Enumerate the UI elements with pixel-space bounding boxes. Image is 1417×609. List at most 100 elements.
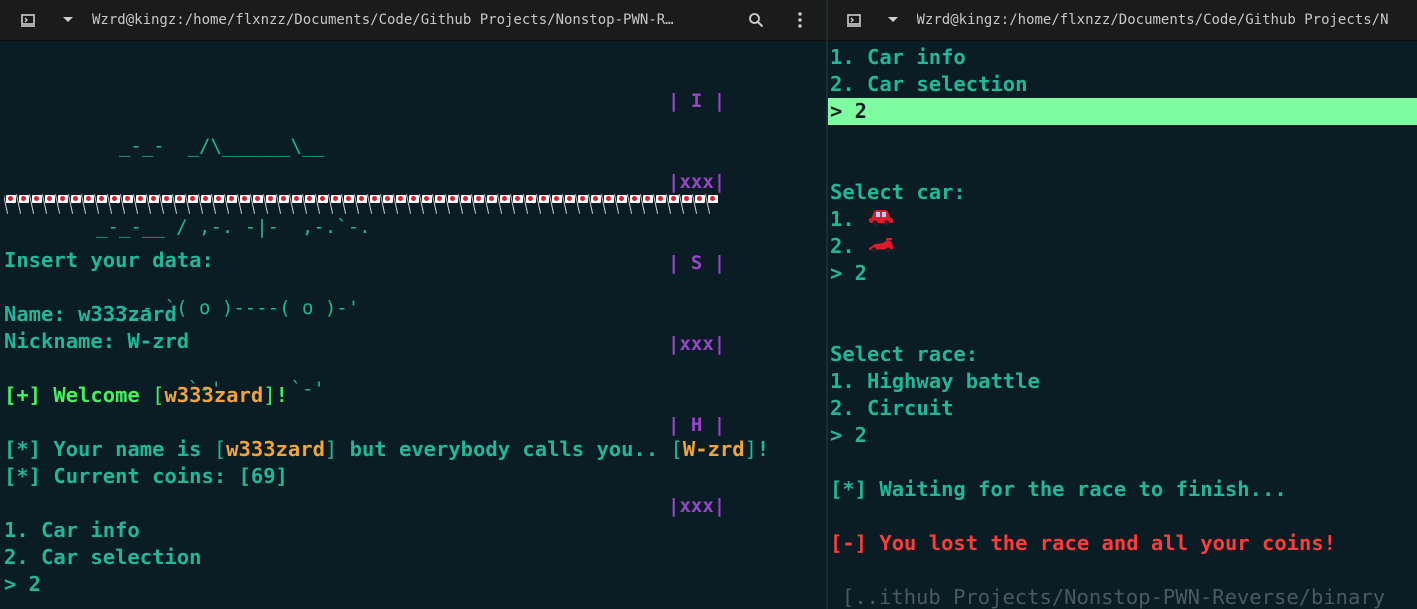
info-tag: [*] <box>4 437 42 461</box>
japan-flag-icon <box>314 193 328 215</box>
japan-flag-icon <box>223 193 237 215</box>
menu-item-car-info: 1. Car info <box>830 45 966 69</box>
tower-line: | S | <box>668 252 726 274</box>
car-option-2: 2. <box>830 233 895 261</box>
japan-flag-icon <box>366 193 380 215</box>
japan-flag-icon <box>613 193 627 215</box>
info-line-coins: [*] Current coins: [69] <box>4 463 288 490</box>
window-title: Wzrd@kingz:/home/flxnzz/Documents/Code/G… <box>916 12 1389 28</box>
menu-kebab-icon[interactable] <box>790 10 810 30</box>
waiting-text: Waiting for the race to finish... <box>867 477 1287 501</box>
japan-flag-icon <box>600 193 614 215</box>
input-line: > 2 <box>4 572 42 596</box>
terminal-output-left[interactable]: _-_- _/\______\__ _-_-__ / ,-. -|- ,-.`-… <box>0 40 826 609</box>
japan-flag-icon <box>210 193 224 215</box>
japan-flag-icon <box>236 193 250 215</box>
race-option-2: 2. Circuit <box>830 396 954 420</box>
insert-data-prompt: Insert your data: <box>4 248 214 272</box>
chevron-down-icon[interactable] <box>58 10 78 30</box>
race-car-icon <box>867 234 895 261</box>
japan-flag-icon <box>444 193 458 215</box>
chevron-down-icon[interactable] <box>883 10 902 30</box>
search-icon[interactable] <box>746 10 766 30</box>
info-name: w333zard <box>226 437 325 461</box>
tower-line: |xxx| <box>668 495 726 517</box>
shell-prompt: [..ithub Projects/Nonstop-PWN-Reverse/bi… <box>842 585 1386 609</box>
car-input-line: > 2 <box>830 261 868 285</box>
japan-flag-icon <box>353 193 367 215</box>
japan-flag-icon <box>184 193 198 215</box>
tower-line: |xxx| <box>668 171 726 193</box>
japan-flag-icon <box>106 193 120 215</box>
japan-flag-icon <box>93 193 107 215</box>
info-end: ! <box>756 437 770 461</box>
window-title: Wzrd@kingz:/home/flxnzz/Documents/Code/G… <box>92 12 674 28</box>
japan-flag-icon <box>704 193 718 215</box>
input-line-highlighted: > 2 <box>830 99 868 123</box>
ascii-tower-art: | I | |xxx| | S | |xxx| | H | |xxx| <box>668 34 737 574</box>
welcome-line: [+] Welcome [w333zard]! <box>4 383 288 407</box>
terminal-pane-right[interactable]: Wzrd@kingz:/home/flxnzz/Documents/Code/G… <box>828 0 1417 609</box>
welcome-end: ! <box>275 383 288 407</box>
japan-flag-icon <box>275 193 289 215</box>
terminal-pane-left[interactable]: Wzrd@kingz:/home/flxnzz/Documents/Code/G… <box>0 0 826 609</box>
japan-flag-icon <box>548 193 562 215</box>
japan-flag-icon <box>15 193 29 215</box>
waiting-line: [*] Waiting for the race to finish... <box>830 476 1287 503</box>
name-label: Name: <box>4 302 79 326</box>
tower-line: | H | <box>668 414 726 436</box>
japan-flag-icon <box>54 193 68 215</box>
japan-flag-icon <box>249 193 263 215</box>
japan-flag-icon <box>470 193 484 215</box>
welcome-text: Welcome <box>41 383 153 407</box>
menu-item-car-selection: 2. Car selection <box>830 72 1028 96</box>
new-tab-icon[interactable] <box>18 10 38 30</box>
nickname-line: Nickname: W-zrd <box>4 328 189 355</box>
tower-line: |xxx| <box>668 333 726 355</box>
japan-flag-icon <box>678 193 692 215</box>
selection-highlight <box>828 98 1417 125</box>
select-race-prompt: Select race: <box>830 342 979 366</box>
info-tag: [*] <box>830 477 868 501</box>
japan-flag-icon <box>80 193 94 215</box>
japan-flag-icon <box>301 193 315 215</box>
japan-flag-icon <box>262 193 276 215</box>
japan-flag-icon <box>691 193 705 215</box>
info-line-name: [*] Your name is [w333zard] but everybod… <box>4 437 770 461</box>
japan-flag-icon <box>171 193 185 215</box>
race-input-line: > 2 <box>830 423 868 447</box>
success-tag: [+] <box>4 383 42 407</box>
japan-flag-icon <box>327 193 341 215</box>
japan-flag-icon <box>379 193 393 215</box>
japan-flag-icon <box>626 193 640 215</box>
japan-flag-icon <box>4 193 16 215</box>
name-value: w333zard <box>78 302 177 326</box>
japan-flag-icon <box>197 193 211 215</box>
japan-flag-icon <box>405 193 419 215</box>
japan-flag-icon <box>132 193 146 215</box>
tower-line: | I | <box>668 90 726 112</box>
terminal-output-right[interactable]: 1. Car info 2. Car selection > 2 Select … <box>828 40 1417 609</box>
new-tab-icon[interactable] <box>844 10 863 30</box>
japan-flag-icon <box>288 193 302 215</box>
japan-flag-icon <box>665 193 679 215</box>
welcome-name: w333zard <box>164 383 264 407</box>
japan-flag-icon <box>574 193 588 215</box>
menu-item-car-selection: 2. Car selection <box>4 545 202 569</box>
japan-flag-icon <box>67 193 81 215</box>
japan-flag-icon <box>509 193 523 215</box>
info-text: Your name is <box>41 437 214 461</box>
menu-item-car-info: 1. Car info <box>4 518 140 542</box>
japan-flag-icon <box>522 193 536 215</box>
japan-flag-icon <box>158 193 172 215</box>
japan-flag-icon <box>561 193 575 215</box>
japan-flag-icon <box>340 193 354 215</box>
name-line: Name: w333zard <box>4 301 177 328</box>
japan-flag-icon <box>652 193 666 215</box>
info-nick: W-zrd <box>682 437 745 461</box>
japan-flag-icon <box>41 193 55 215</box>
lost-line: [-] You lost the race and all your coins… <box>830 530 1336 557</box>
japan-flag-icon <box>587 193 601 215</box>
japan-flag-icon <box>535 193 549 215</box>
japan-flag-icon <box>392 193 406 215</box>
